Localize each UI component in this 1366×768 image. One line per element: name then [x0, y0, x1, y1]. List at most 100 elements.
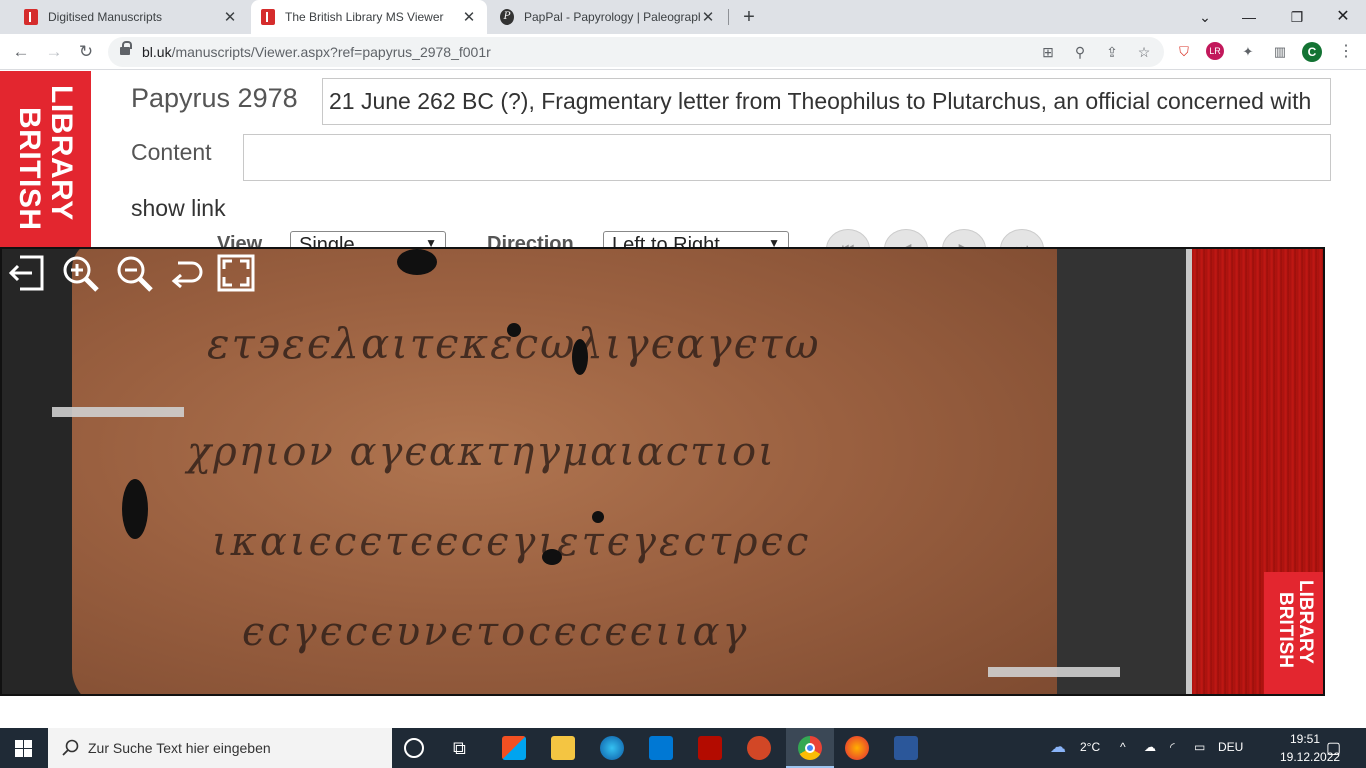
- battery-icon[interactable]: ▭: [1194, 740, 1205, 754]
- tab-ms-viewer[interactable]: The British Library MS Viewer ✕: [251, 0, 487, 34]
- restore-icon[interactable]: ❐: [1284, 4, 1310, 30]
- windows-start-icon[interactable]: [15, 740, 32, 757]
- zoom-icon[interactable]: ⚲: [1070, 42, 1090, 62]
- zoom-out-icon[interactable]: [114, 253, 154, 293]
- weather-temperature[interactable]: 2°C: [1080, 740, 1100, 754]
- weather-cloud-icon[interactable]: ☁: [1050, 737, 1066, 757]
- close-tab-icon[interactable]: ✕: [700, 8, 716, 26]
- show-link[interactable]: show link: [131, 195, 226, 222]
- stamp-word-library: LIBRARY: [1295, 580, 1316, 664]
- file-explorer-icon[interactable]: [551, 736, 575, 760]
- input-language[interactable]: DEU: [1218, 740, 1243, 754]
- mail-icon[interactable]: [649, 736, 673, 760]
- papyrus-hole: [397, 249, 437, 275]
- profile-avatar[interactable]: C: [1302, 42, 1322, 62]
- edge-icon[interactable]: [600, 736, 624, 760]
- chrome-icon: [798, 736, 822, 760]
- manuscript-title: Papyrus 2978: [131, 83, 298, 113]
- forward-icon[interactable]: →: [42, 40, 66, 64]
- new-tab-icon[interactable]: +: [738, 4, 760, 30]
- british-library-logo[interactable]: LIBRARY BRITISH: [0, 71, 91, 247]
- first-page-button[interactable]: ⏮: [826, 229, 870, 247]
- mount-strip: [52, 407, 184, 417]
- search-icon: [62, 739, 79, 756]
- windows-taskbar: Zur Suche Text hier eingeben ⧉ ☁ 2°C ^ ☁…: [0, 728, 1366, 768]
- rotate-icon[interactable]: [166, 253, 206, 293]
- network-warning-icon[interactable]: ☁: [1144, 740, 1156, 754]
- direction-label: Direction: [487, 233, 574, 247]
- extension-shield-icon[interactable]: ⛉: [1174, 42, 1194, 62]
- reload-icon[interactable]: ↻: [74, 40, 98, 64]
- address-bar[interactable]: bl.uk/manuscripts/Viewer.aspx?ref=papyru…: [108, 37, 1164, 67]
- powerpoint-icon[interactable]: [747, 736, 771, 760]
- previous-page-button[interactable]: ◀: [884, 229, 928, 247]
- tab-title: PapPal - Papyrology | Paleograph: [524, 10, 700, 24]
- clock-date: 19.12.2022: [1280, 750, 1341, 764]
- british-library-icon: [24, 9, 38, 25]
- view-select-value: Single: [299, 234, 355, 247]
- tab-search-chevron-icon[interactable]: ⌄: [1192, 4, 1218, 30]
- stamp-word-british: BRITISH: [1275, 592, 1296, 668]
- tab-digitised-manuscripts[interactable]: Digitised Manuscripts ✕: [14, 0, 248, 34]
- chevron-down-icon: ▼: [768, 236, 780, 247]
- menu-kebab-icon[interactable]: ⋮: [1336, 42, 1356, 62]
- search-placeholder: Zur Suche Text hier eingeben: [88, 740, 271, 756]
- url-host: bl.uk: [142, 44, 172, 60]
- papyrus-hole: [572, 339, 588, 375]
- next-page-button[interactable]: ▶: [942, 229, 986, 247]
- wifi-icon[interactable]: ◜: [1170, 740, 1175, 754]
- last-page-button[interactable]: ⏭: [1000, 229, 1044, 247]
- image-viewer[interactable]: ετ϶εϵλαιτϵκεϲωλιγϵαγϵτω χρηιον αγϵακτηγμ…: [0, 247, 1325, 696]
- notification-icon[interactable]: ▢: [1326, 738, 1341, 758]
- chevron-down-icon: ▼: [425, 236, 437, 247]
- lock-icon[interactable]: [120, 41, 132, 57]
- close-tab-icon[interactable]: ✕: [222, 8, 238, 26]
- british-library-stamp: LIBRARY BRITISH: [1264, 572, 1323, 694]
- content-field[interactable]: [243, 134, 1331, 181]
- direction-select-value: Left to Right: [612, 234, 720, 247]
- page-content: LIBRARY BRITISH Papyrus 2978 21 June 262…: [0, 71, 1366, 727]
- papyrus-hole: [592, 511, 604, 523]
- bookmark-star-icon[interactable]: ☆: [1134, 42, 1154, 62]
- logo-word-british: BRITISH: [13, 107, 46, 231]
- url-text[interactable]: bl.uk/manuscripts/Viewer.aspx?ref=papyru…: [142, 44, 491, 60]
- view-select[interactable]: Single ▼: [290, 231, 446, 247]
- greek-script-line: ικαιϵϲϵτϵϵϲϵγιετϵγεϲτρϵϲ: [212, 519, 812, 565]
- microsoft-store-icon[interactable]: [502, 736, 526, 760]
- word-icon[interactable]: [894, 736, 918, 760]
- zoom-in-icon[interactable]: [60, 253, 100, 293]
- browser-tab-strip: Digitised Manuscripts ✕ The British Libr…: [0, 0, 1366, 34]
- view-label: View: [217, 233, 263, 247]
- papyrus-hole: [507, 323, 521, 337]
- viewer-controls: View Single▼ Direction Left to Right▼ ⏮ …: [0, 229, 1366, 247]
- papyrus-hole: [542, 549, 562, 565]
- tab-pappal[interactable]: P PapPal - Papyrology | Paleograph ✕: [490, 0, 726, 34]
- extensions-puzzle-icon[interactable]: ✦: [1238, 42, 1258, 62]
- extension-lr-icon[interactable]: LR: [1206, 42, 1224, 60]
- acrobat-icon[interactable]: [698, 736, 722, 760]
- firefox-icon[interactable]: [845, 736, 869, 760]
- tray-chevron-icon[interactable]: ^: [1120, 740, 1126, 754]
- translate-icon[interactable]: ⊞: [1038, 42, 1058, 62]
- minimize-icon[interactable]: —: [1236, 4, 1262, 30]
- logo-word-library: LIBRARY: [45, 85, 78, 221]
- url-path: /manuscripts/Viewer.aspx?ref=papyrus_297…: [171, 44, 491, 60]
- greek-script-line: ϵϲγϵϲϵυνϵτοϲϵϲϵϵιιαγ: [242, 609, 750, 655]
- task-view-icon[interactable]: ⧉: [453, 736, 477, 760]
- description-field[interactable]: 21 June 262 BC (?), Fragmentary letter f…: [322, 78, 1331, 125]
- close-window-icon[interactable]: ✕: [1330, 4, 1356, 30]
- tab-title: Digitised Manuscripts: [48, 10, 163, 24]
- close-tab-icon[interactable]: ✕: [461, 8, 477, 26]
- back-icon[interactable]: ←: [9, 40, 33, 64]
- british-library-icon: [261, 9, 275, 25]
- share-icon[interactable]: ⇪: [1102, 42, 1122, 62]
- direction-select[interactable]: Left to Right ▼: [603, 231, 789, 247]
- exit-icon[interactable]: [6, 253, 46, 293]
- cortana-icon[interactable]: [404, 738, 424, 758]
- taskbar-search-box[interactable]: Zur Suche Text hier eingeben: [48, 728, 392, 768]
- tab-title: The British Library MS Viewer: [285, 10, 444, 24]
- fullscreen-icon[interactable]: [216, 253, 256, 293]
- taskbar-clock[interactable]: 19:51 19.12.2022: [1280, 732, 1341, 764]
- side-panel-icon[interactable]: ▥: [1270, 42, 1290, 62]
- taskbar-chrome-active[interactable]: [786, 728, 834, 768]
